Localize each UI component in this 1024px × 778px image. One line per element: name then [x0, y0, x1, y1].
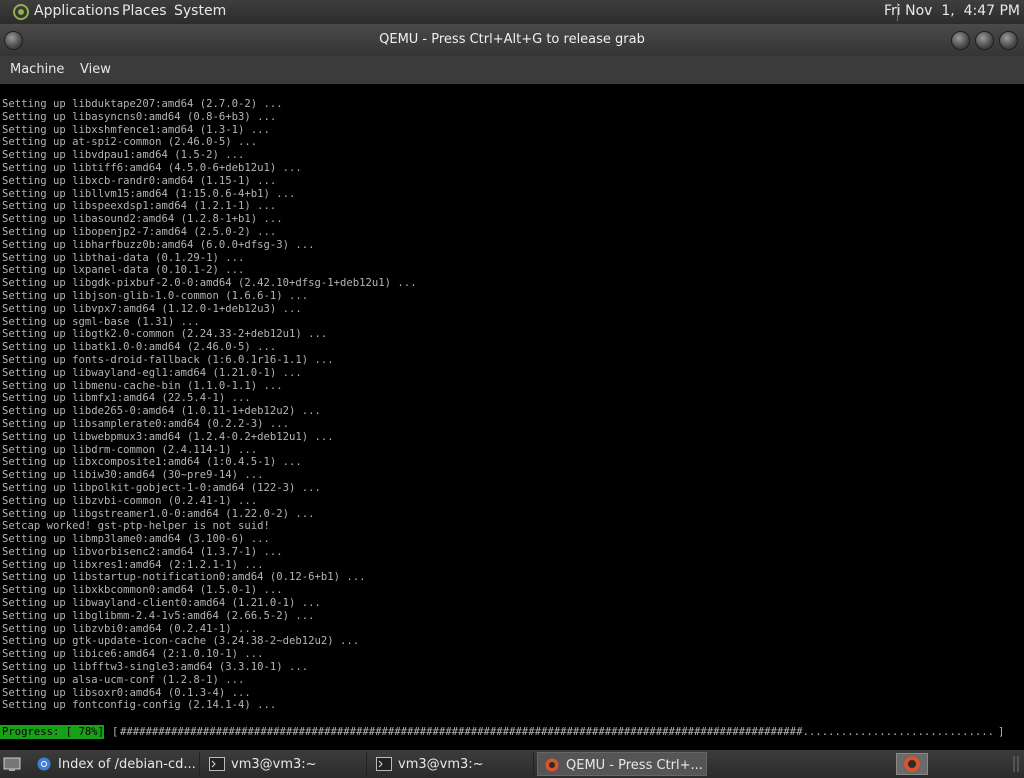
minimize-button[interactable]	[951, 31, 970, 50]
console-line: Setting up libtiff6:amd64 (4.5.0-6+deb12…	[2, 161, 302, 174]
taskbar-button[interactable]: vm3@vm3:~	[203, 752, 367, 776]
vm-display[interactable]: Setting up libduktape207:amd64 (2.7.0-2)…	[0, 84, 1024, 750]
console-line: Setting up libfftw3-single3:amd64 (3.3.1…	[2, 661, 309, 674]
console-line: Setting up libduktape207:amd64 (2.7.0-2)…	[2, 98, 283, 110]
menu-machine[interactable]: Machine	[10, 62, 64, 77]
console-line: Setting up alsa-ucm-conf (1.2.8-1) ...	[2, 673, 245, 686]
console-output: Setting up libduktape207:amd64 (2.7.0-2)…	[2, 98, 1020, 712]
console-line: Setting up libvdpau1:amd64 (1.5-2) ...	[2, 149, 245, 162]
qemu-icon	[545, 758, 559, 772]
console-line: Setting up libatk1.0-0:amd64 (2.46.0-5) …	[2, 341, 277, 354]
places-menu[interactable]: Places	[122, 3, 167, 19]
tray-app-icon[interactable]	[896, 753, 928, 775]
close-button[interactable]	[999, 31, 1018, 50]
bottom-panel: Index of /debian-cd... vm3@vm3:~ vm3@vm3:~…	[0, 750, 1024, 778]
panel-handle	[1013, 756, 1019, 772]
taskbar-button[interactable]: QEMU - Press Ctrl+...	[537, 752, 707, 776]
console-line: Setting up libjson-glib-1.0-common (1.6.…	[2, 289, 309, 302]
progress-bar-close: ]	[998, 726, 1005, 738]
console-line: Setting up libpolkit-gobject-1-0:amd64 (…	[2, 481, 321, 494]
console-line: Setcap worked! gst-ptp-helper is not sui…	[2, 520, 270, 533]
console-line: Setting up libglibmm-2.4-1v5:amd64 (2.66…	[2, 609, 315, 622]
taskbar-button-label: QEMU - Press Ctrl+...	[566, 758, 703, 773]
console-line: Setting up libzvbi0:amd64 (0.2.41-1) ...	[2, 622, 258, 635]
console-line: Setting up libgdk-pixbuf-2.0-0:amd64 (2.…	[2, 277, 417, 290]
maximize-button[interactable]	[975, 31, 994, 50]
top-panel: Applications Places System Fri Nov 1, 4:…	[0, 0, 1024, 24]
console-line: Setting up fontconfig-config (2.14.1-4) …	[2, 699, 277, 712]
window-title: QEMU - Press Ctrl+Alt+G to release grab	[379, 32, 645, 47]
console-line: Setting up libmenu-cache-bin (1.1.0-1.1)…	[2, 379, 283, 392]
console-line: Setting up libllvm15:amd64 (1:15.0.6-4+b…	[2, 187, 296, 200]
console-line: Setting up libxres1:amd64 (2:1.2.1-1) ..…	[2, 558, 264, 571]
console-line: Setting up libgstreamer1.0-0:amd64 (1.22…	[2, 507, 315, 520]
console-line: Setting up libde265-0:amd64 (1.0.11-1+de…	[2, 405, 321, 418]
progress-bar-fill: ########################################…	[120, 726, 803, 738]
console-line: Setting up libwayland-client0:amd64 (1.2…	[2, 597, 321, 610]
show-desktop-icon[interactable]	[3, 755, 21, 773]
console-line: Setting up libxkbcommon0:amd64 (1.5.0-1)…	[2, 584, 283, 597]
console-line: Setting up gtk-update-icon-cache (3.24.3…	[2, 635, 360, 648]
taskbar-button[interactable]: vm3@vm3:~	[370, 752, 534, 776]
progress-label: Progress: [ 78%]	[0, 725, 105, 739]
progress-row: Progress: [ 78%] [ #####################…	[0, 725, 1024, 739]
console-line: Setting up libstartup-notification0:amd6…	[2, 571, 366, 584]
console-line: Setting up libwebpmux3:amd64 (1.2.4-0.2+…	[2, 430, 334, 443]
console-line: Setting up libopenjp2-7:amd64 (2.5.0-2) …	[2, 225, 277, 238]
console-line: Setting up libwayland-egl1:amd64 (1.21.0…	[2, 366, 302, 379]
taskbar-button[interactable]: Index of /debian-cd...	[30, 752, 200, 776]
system-menu[interactable]: System	[174, 3, 226, 19]
console-line: Setting up libsamplerate0:amd64 (0.2.2-3…	[2, 417, 290, 430]
console-line: Setting up sgml-base (1.31) ...	[2, 315, 200, 328]
window-titlebar[interactable]: QEMU - Press Ctrl+Alt+G to release grab	[0, 24, 1024, 56]
terminal-icon	[376, 757, 392, 771]
taskbar-button-label: Index of /debian-cd...	[58, 757, 196, 772]
applications-menu[interactable]: Applications	[34, 3, 120, 19]
console-line: Setting up libmp3lame0:amd64 (3.100-6) .…	[2, 533, 270, 546]
console-line: Setting up libvpx7:amd64 (1.12.0-1+deb12…	[2, 302, 302, 315]
console-line: Setting up libzvbi-common (0.2.41-1) ...	[2, 494, 258, 507]
console-line: Setting up libharfbuzz0b:amd64 (6.0.0+df…	[2, 238, 315, 251]
console-line: Setting up libgtk2.0-common (2.24.33-2+d…	[2, 328, 328, 341]
console-line: Setting up libasound2:amd64 (1.2.8-1+b1)…	[2, 213, 283, 226]
console-line: Setting up libxcb-randr0:amd64 (1.15-1) …	[2, 174, 277, 187]
console-line: Setting up lxpanel-data (0.10.1-2) ...	[2, 264, 245, 277]
taskbar-button-label: vm3@vm3:~	[398, 757, 484, 772]
console-line: Setting up libsoxr0:amd64 (0.1.3-4) ...	[2, 686, 251, 699]
console-line: Setting up libiw30:amd64 (30~pre9-14) ..…	[2, 469, 264, 482]
taskbar-button-label: vm3@vm3:~	[231, 757, 317, 772]
progress-bar-open: [	[112, 726, 119, 738]
terminal-icon	[209, 757, 225, 771]
progress-bar-remaining: ..............................	[802, 726, 994, 738]
console-line: Setting up libspeexdsp1:amd64 (1.2.1-1) …	[2, 200, 277, 213]
menu-view[interactable]: View	[80, 62, 111, 77]
qemu-tray-icon	[904, 756, 920, 772]
clock[interactable]: Fri Nov 1, 4:47 PM	[884, 3, 1020, 19]
console-line: Setting up libmfx1:amd64 (22.5.4-1) ...	[2, 392, 251, 405]
console-line: Setting up libxshmfence1:amd64 (1.3-1) .…	[2, 123, 270, 136]
menubar: Machine View	[0, 56, 1024, 84]
console-line: Setting up libice6:amd64 (2:1.0.10-1) ..…	[2, 648, 264, 661]
console-line: Setting up fonts-droid-fallback (1:6.0.1…	[2, 353, 334, 366]
distro-logo-icon[interactable]	[12, 3, 30, 21]
console-line: Setting up libdrm-common (2.4.114-1) ...	[2, 443, 258, 456]
console-line: Setting up libxcomposite1:amd64 (1:0.4.5…	[2, 456, 302, 469]
progress-bar: [ ######################################…	[112, 725, 1004, 750]
console-line: Setting up at-spi2-common (2.46.0-5) ...	[2, 136, 258, 149]
console-line: Setting up libvorbisenc2:amd64 (1.3.7-1)…	[2, 545, 283, 558]
chromium-icon	[37, 757, 51, 771]
console-line: Setting up libasyncns0:amd64 (0.8-6+b3) …	[2, 110, 277, 123]
console-line: Setting up libthai-data (0.1.29-1) ...	[2, 251, 245, 264]
